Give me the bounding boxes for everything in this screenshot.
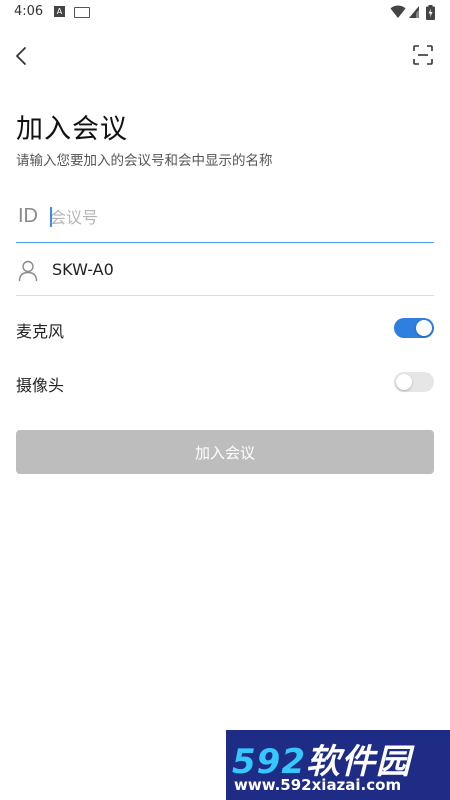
page-title: 加入会议: [16, 114, 128, 145]
camera-switch[interactable]: [394, 372, 434, 392]
page-subtitle: 请输入您要加入的会议号和会中显示的名称: [16, 153, 273, 169]
meeting-id-field[interactable]: ID: [16, 193, 434, 243]
camera-row: 摄像头: [16, 363, 434, 403]
join-meeting-button[interactable]: 加入会议: [16, 430, 434, 474]
switch-knob: [396, 374, 412, 390]
keyboard-icon: [74, 7, 90, 18]
watermark-url: www.592xiazai.com: [234, 776, 402, 794]
scan-qr-icon[interactable]: [412, 44, 434, 66]
text-cursor: [50, 207, 52, 227]
display-name-field[interactable]: SKW-A0: [16, 246, 434, 296]
camera-label: 摄像头: [16, 376, 65, 395]
a-notification-icon: A: [54, 6, 65, 17]
status-time: 4:06: [14, 4, 44, 19]
back-arrow-icon[interactable]: [10, 44, 34, 68]
signal-icon: [409, 6, 419, 18]
switch-knob: [416, 320, 432, 336]
microphone-label: 麦克风: [16, 322, 65, 341]
microphone-switch[interactable]: [394, 318, 434, 338]
meeting-id-input[interactable]: [50, 201, 420, 233]
wifi-icon: [390, 5, 406, 18]
battery-icon: [426, 5, 435, 20]
microphone-row: 麦克风: [16, 309, 434, 349]
watermark-logo: 592软件园 www.592xiazai.com: [226, 730, 450, 800]
top-bar: [0, 36, 450, 76]
person-icon: [18, 260, 38, 282]
id-prefix-label: ID: [18, 205, 38, 227]
status-bar: 4:06 A: [0, 0, 450, 24]
display-name-value[interactable]: SKW-A0: [52, 260, 114, 279]
